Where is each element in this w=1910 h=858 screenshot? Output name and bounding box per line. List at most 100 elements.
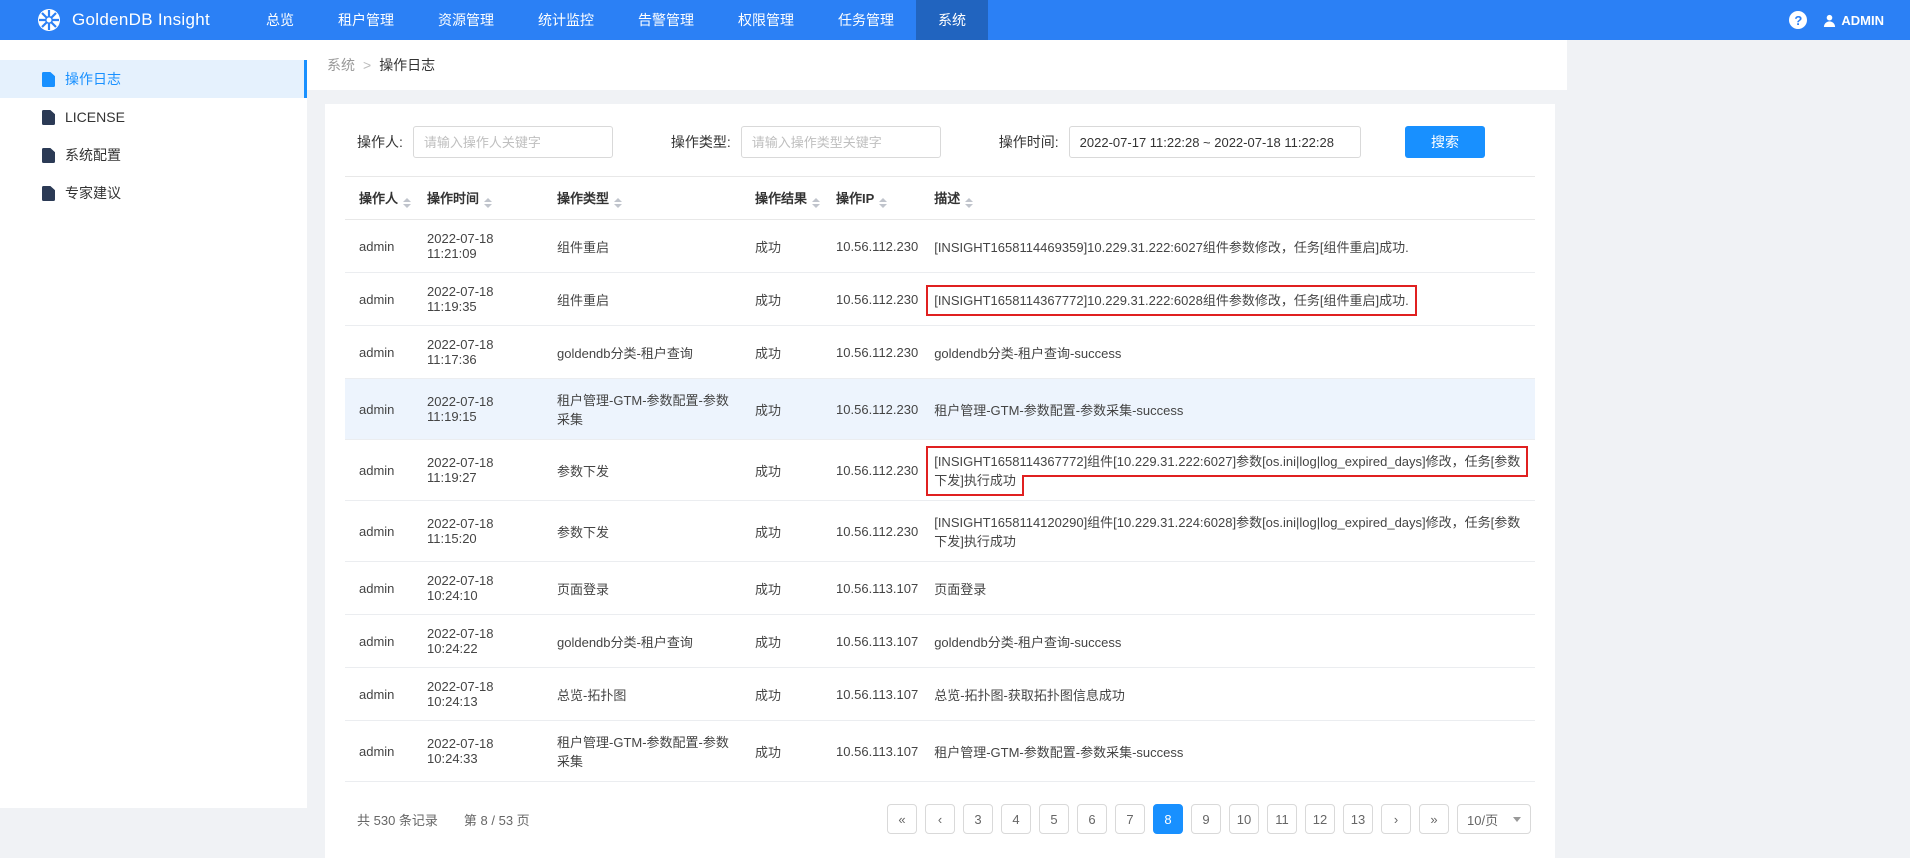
cell-result: 成功: [747, 378, 829, 440]
sort-icon[interactable]: [812, 198, 821, 208]
column-header-3[interactable]: 操作类型: [549, 176, 748, 220]
table-row-5: admin 2022-07-18 11:19:27 参数下发 成功 10.56.112.…: [345, 439, 1535, 501]
column-header-2[interactable]: 操作时间: [419, 176, 550, 220]
nav-item-3[interactable]: 资源管理: [416, 0, 516, 40]
nav-item-5[interactable]: 告警管理: [616, 0, 716, 40]
nav-item-4[interactable]: 统计监控: [516, 0, 616, 40]
cell-description: 总览-拓扑图-获取拓扑图信息成功: [926, 667, 1535, 721]
page-button-6[interactable]: 6: [1077, 804, 1107, 834]
page-button-7[interactable]: 7: [1115, 804, 1145, 834]
sidebar-item-3[interactable]: 系统配置: [0, 136, 307, 174]
sort-icon[interactable]: [879, 198, 888, 208]
search-button[interactable]: 搜索: [1405, 126, 1485, 158]
operation-log-table: 操作人 操作时间 操作类型 操作结果 操作IP 描述 admin 2022-07-18 11…: [345, 176, 1535, 782]
cell-time: 2022-07-18 11:19:35: [419, 272, 550, 326]
pagination: « ‹ 3 4 5 6 7 8 9 10 11 12 13 › »: [887, 804, 1449, 834]
page-button-5[interactable]: 5: [1039, 804, 1069, 834]
nav-item-8[interactable]: 系统: [916, 0, 989, 40]
sidebar-item-label: 系统配置: [65, 147, 121, 163]
cell-result: 成功: [747, 667, 829, 721]
table-body: admin 2022-07-18 11:21:09 组件重启 成功 10.56.112.…: [345, 219, 1535, 782]
file-icon: [42, 71, 55, 87]
sort-icon[interactable]: [484, 198, 493, 208]
user-menu[interactable]: ADMIN: [1823, 13, 1884, 28]
nav-item-2[interactable]: 租户管理: [316, 0, 416, 40]
prev-page-button[interactable]: ‹: [925, 804, 955, 834]
cell-time: 2022-07-18 11:17:36: [419, 325, 550, 379]
cell-type: 总览-拓扑图: [549, 667, 748, 721]
cell-ip: 10.56.112.230: [828, 378, 927, 440]
table-row-4: admin 2022-07-18 11:19:15 租户管理-GTM-参数配置-参数…: [345, 378, 1535, 440]
table-row-10: admin 2022-07-18 10:24:33 租户管理-GTM-参数配置-参数…: [345, 720, 1535, 782]
table-header-row: 操作人 操作时间 操作类型 操作结果 操作IP 描述: [345, 176, 1535, 220]
cell-time: 2022-07-18 11:19:15: [419, 378, 550, 440]
operation-time-label: 操作时间:: [998, 134, 1059, 150]
last-page-button[interactable]: »: [1419, 804, 1449, 834]
help-icon[interactable]: ?: [1789, 11, 1808, 29]
operation-type-input[interactable]: [740, 126, 941, 158]
sidebar-item-label: 操作日志: [65, 71, 121, 87]
sidebar-item-1[interactable]: 操作日志: [0, 60, 307, 98]
column-header-6[interactable]: 描述: [926, 176, 1535, 220]
column-header-1[interactable]: 操作人: [345, 176, 420, 220]
page-indicator-text: 第 8 / 53 页: [463, 812, 530, 828]
cell-result: 成功: [747, 439, 829, 501]
column-label: 操作结果: [755, 191, 808, 206]
description-annotation-box: [INSIGHT1658114367772]10.229.31.222:6028…: [926, 284, 1417, 316]
cell-time: 2022-07-18 11:19:27: [419, 439, 550, 501]
page-size-select[interactable]: 10/页: [1457, 804, 1531, 834]
page-button-11[interactable]: 11: [1267, 804, 1297, 834]
column-label: 操作类型: [557, 191, 610, 206]
page-button-3[interactable]: 3: [963, 804, 993, 834]
main-content: 系统 > 操作日志 操作人: 操作类型: 操作时间: 搜索 操作人 操作时间 操作类…: [307, 40, 1567, 858]
file-icon: [42, 185, 55, 201]
sort-icon[interactable]: [965, 198, 974, 208]
table-row-3: admin 2022-07-18 11:17:36 goldendb分类-租户查询成…: [345, 325, 1535, 379]
sort-icon[interactable]: [403, 198, 412, 208]
operator-input[interactable]: [412, 126, 613, 158]
cell-type: 组件重启: [549, 219, 748, 273]
app-title: GoldenDB Insight: [72, 10, 211, 29]
cell-result: 成功: [747, 500, 829, 562]
cell-ip: 10.56.112.230: [828, 219, 927, 273]
page-button-13[interactable]: 13: [1343, 804, 1373, 834]
description-text: 页面登录: [934, 581, 987, 597]
cell-description: 租户管理-GTM-参数配置-参数采集-success: [926, 378, 1535, 440]
app-logo-icon: [36, 7, 62, 33]
sidebar-menu: 操作日志 LICENSE 系统配置专家建议: [0, 60, 307, 212]
cell-ip: 10.56.112.230: [828, 439, 927, 501]
username-label: ADMIN: [1841, 12, 1884, 28]
sidebar-item-2[interactable]: LICENSE: [0, 98, 307, 136]
column-header-5[interactable]: 操作IP: [828, 176, 927, 220]
time-range-input[interactable]: [1068, 126, 1361, 158]
breadcrumb-parent[interactable]: 系统: [327, 55, 355, 75]
cell-operator: admin: [345, 561, 420, 615]
page-button-9[interactable]: 9: [1191, 804, 1221, 834]
nav-item-1[interactable]: 总览: [244, 0, 316, 40]
first-page-button[interactable]: «: [887, 804, 917, 834]
sidebar-item-4[interactable]: 专家建议: [0, 174, 307, 212]
page-button-4[interactable]: 4: [1001, 804, 1031, 834]
cell-time: 2022-07-18 10:24:13: [419, 667, 550, 721]
sidebar: 操作日志 LICENSE 系统配置专家建议: [0, 40, 307, 808]
page-size-value: 10/页: [1467, 812, 1499, 828]
cell-type: goldendb分类-租户查询: [549, 614, 748, 668]
nav-item-7[interactable]: 任务管理: [816, 0, 916, 40]
cell-time: 2022-07-18 10:24:33: [419, 720, 550, 782]
page-button-12[interactable]: 12: [1305, 804, 1335, 834]
cell-result: 成功: [747, 325, 829, 379]
description-text: 租户管理-GTM-参数配置-参数采集-success: [934, 744, 1184, 760]
nav-item-6[interactable]: 权限管理: [716, 0, 816, 40]
breadcrumb: 系统 > 操作日志: [307, 40, 1567, 90]
page-button-10[interactable]: 10: [1229, 804, 1259, 834]
operator-label: 操作人:: [357, 134, 403, 150]
cell-operator: admin: [345, 720, 420, 782]
sort-icon[interactable]: [614, 198, 623, 208]
column-header-4[interactable]: 操作结果: [747, 176, 829, 220]
next-page-button[interactable]: ›: [1381, 804, 1411, 834]
cell-operator: admin: [345, 219, 420, 273]
table-row-1: admin 2022-07-18 11:21:09 组件重启 成功 10.56.112.…: [345, 219, 1535, 273]
page-button-8[interactable]: 8: [1153, 804, 1183, 834]
description-text: 总览-拓扑图-获取拓扑图信息成功: [934, 687, 1125, 703]
cell-type: 组件重启: [549, 272, 748, 326]
